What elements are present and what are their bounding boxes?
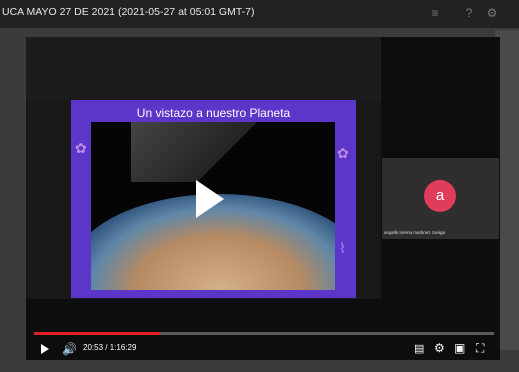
- layout-icon[interactable]: ≡: [428, 6, 442, 20]
- player-controls: 🔊 20:53 / 1:16:29 ▤ ⚙ ▣ ⛶: [26, 337, 500, 360]
- miniplayer-icon[interactable]: ▣: [454, 341, 465, 355]
- space-station-shape: [131, 122, 281, 182]
- volume-icon[interactable]: 🔊: [62, 342, 77, 356]
- page-title: UCA MAYO 27 DE 2021 (2021-05-27 at 05:01…: [2, 6, 255, 18]
- time-display: 20:53 / 1:16:29: [83, 343, 136, 352]
- avatar: a: [424, 180, 456, 212]
- time-separator: /: [103, 343, 110, 352]
- seaweed-decoration-icon: ⌇: [339, 240, 346, 256]
- coral-decoration-icon: ✿: [75, 140, 87, 156]
- play-icon[interactable]: [41, 344, 49, 354]
- participant-name: angelik lorena martinez zuniga: [384, 230, 446, 235]
- progress-fill: [34, 332, 160, 335]
- time-total: 1:16:29: [109, 343, 137, 352]
- fullscreen-icon[interactable]: ⛶: [476, 341, 484, 355]
- video-area[interactable]: Un vistazo a nuestro Planeta ✿ ✿ ⌇: [26, 37, 381, 299]
- top-bar: UCA MAYO 27 DE 2021 (2021-05-27 at 05:01…: [0, 0, 519, 28]
- play-overlay-icon[interactable]: [196, 180, 224, 218]
- video-player[interactable]: Un vistazo a nuestro Planeta ✿ ✿ ⌇ a ang…: [26, 37, 500, 360]
- gear-icon[interactable]: ⚙: [434, 341, 445, 355]
- time-current: 20:53: [83, 343, 104, 352]
- progress-bar[interactable]: [34, 332, 494, 335]
- participant-tile: a angelik lorena martinez zuniga: [382, 158, 499, 239]
- coral-decoration-icon: ✿: [337, 145, 349, 161]
- captions-icon[interactable]: ▤: [414, 342, 424, 356]
- settings-icon[interactable]: ⚙: [485, 6, 499, 20]
- slide-title: Un vistazo a nuestro Planeta: [136, 106, 291, 120]
- video-top-strip: [26, 37, 381, 101]
- help-icon[interactable]: ?: [462, 6, 476, 20]
